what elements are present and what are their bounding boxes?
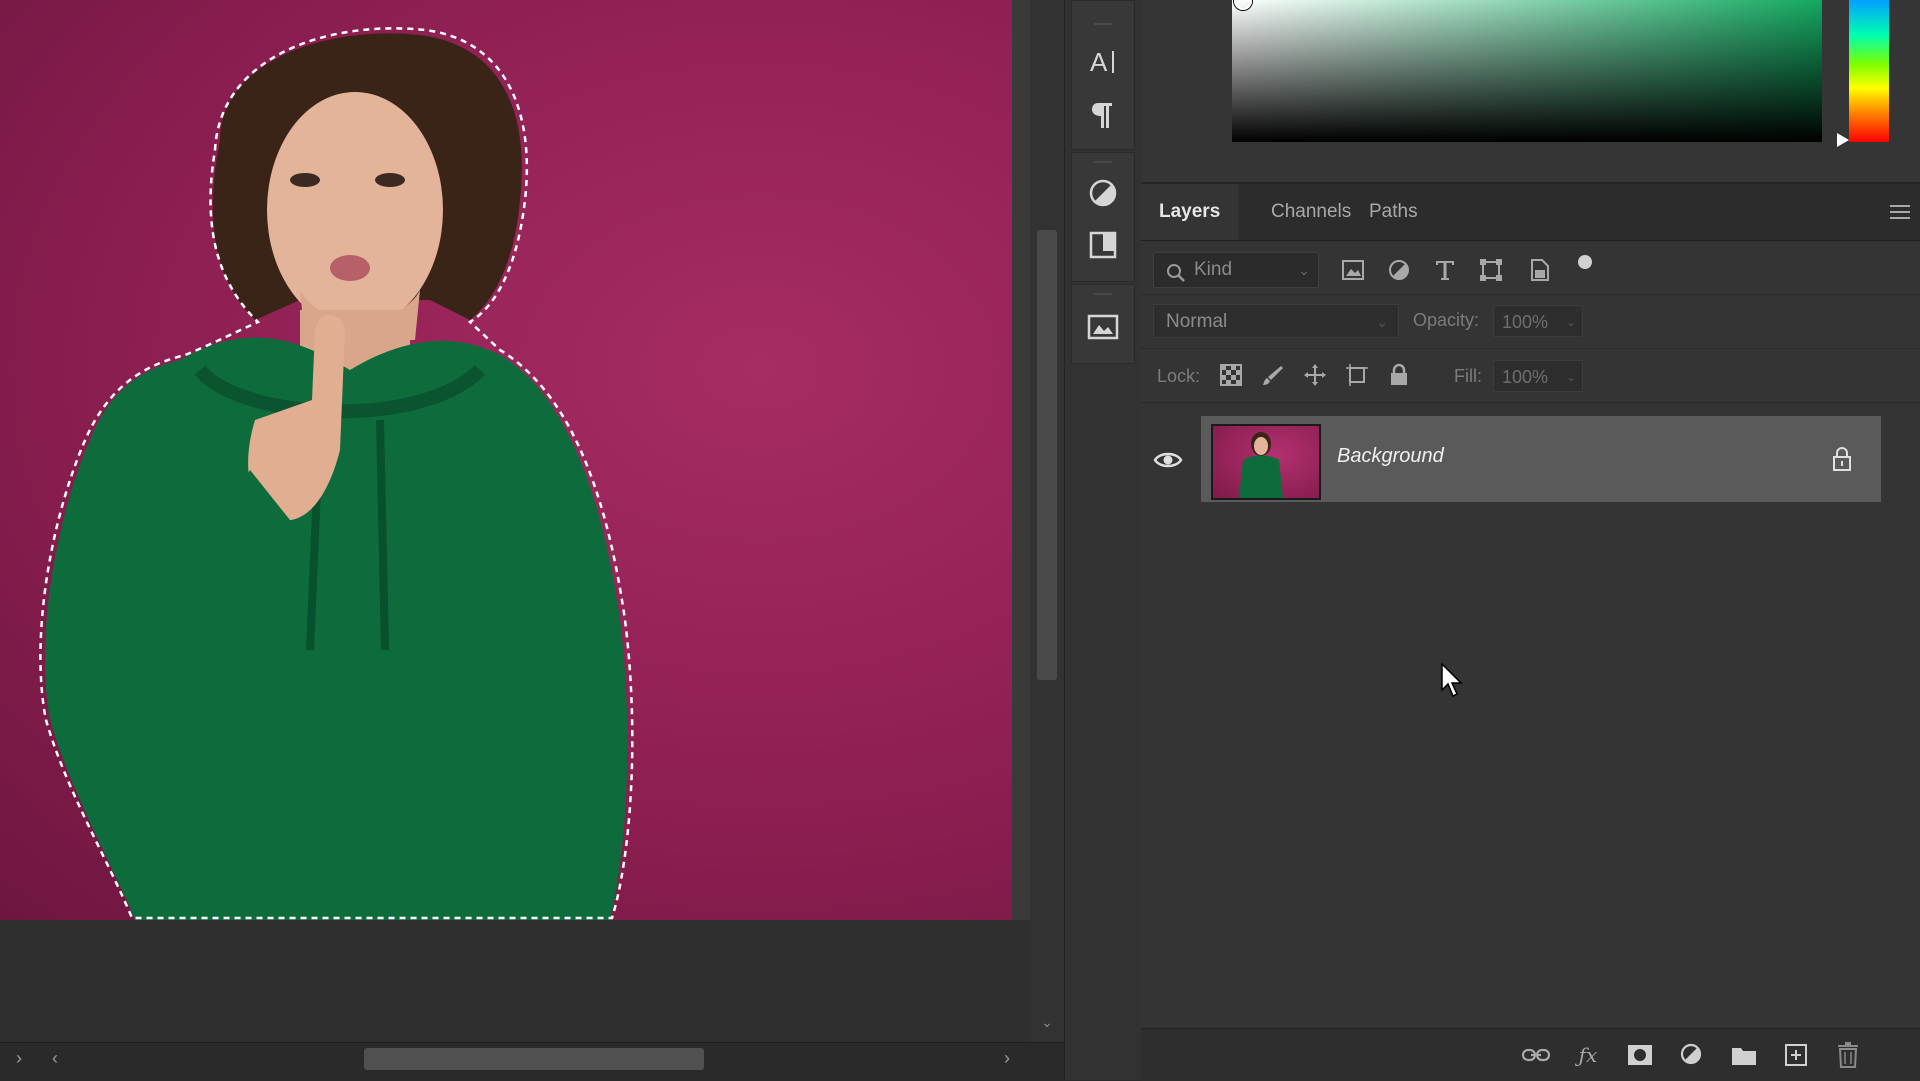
tab-layers[interactable]: Layers <box>1141 184 1239 240</box>
adjustment-filter-icon[interactable] <box>1385 256 1413 284</box>
hue-slider[interactable] <box>1849 0 1889 142</box>
fill-label: Fill: <box>1454 366 1482 386</box>
layer-name[interactable]: Background <box>1337 445 1444 468</box>
blend-mode-row: Normal ⌄ Opacity: 100% ⌄ <box>1141 294 1920 349</box>
chevron-down-icon: ⌄ <box>1376 314 1388 330</box>
properties-panel-icon[interactable] <box>1085 227 1121 263</box>
opacity-label: Opacity: <box>1413 310 1480 330</box>
horizontal-scroll-thumb[interactable] <box>364 1048 704 1070</box>
kind-filter-select[interactable]: Kind ⌄ <box>1153 252 1319 288</box>
layer-thumbnail-image <box>1239 432 1283 498</box>
color-picker-panel <box>1141 0 1920 184</box>
tool-group-libraries <box>1071 284 1135 364</box>
color-saturation-field[interactable] <box>1232 0 1822 142</box>
lock-transparent-pixels-icon[interactable] <box>1217 361 1245 389</box>
layers-panel: Layers Channels Paths Kind ⌄ Normal ⌄ Op… <box>1141 184 1920 1081</box>
vertical-scroll-thumb[interactable] <box>1037 230 1057 680</box>
adjustment-layer-icon[interactable] <box>1677 1041 1707 1069</box>
chevron-down-icon: ⌄ <box>1298 262 1310 278</box>
photo-subject <box>39 27 634 920</box>
document-image[interactable] <box>0 0 1012 920</box>
drag-grip[interactable] <box>1094 23 1112 25</box>
character-panel-icon[interactable]: A <box>1085 43 1121 79</box>
layer-filter-row: Kind ⌄ <box>1141 240 1920 295</box>
scroll-right-arrow-icon[interactable]: › <box>1004 1048 1010 1068</box>
shape-filter-icon[interactable] <box>1477 256 1505 284</box>
fill-input[interactable]: 100% ⌄ <box>1493 360 1583 392</box>
panel-icon-strip: A <box>1064 0 1142 1080</box>
scroll-left-arrow-icon[interactable]: ‹ <box>52 1048 58 1068</box>
scroll-down-arrow-icon[interactable]: ⌄ <box>1037 1012 1057 1032</box>
opacity-input[interactable]: 100% ⌄ <box>1493 305 1583 337</box>
image-filter-icon[interactable] <box>1339 256 1367 284</box>
lock-position-icon[interactable] <box>1301 361 1329 389</box>
expand-panel-icon[interactable]: › <box>16 1048 22 1068</box>
filter-toggle-icon[interactable] <box>1571 248 1599 276</box>
type-filter-icon[interactable] <box>1431 256 1459 284</box>
drag-grip[interactable] <box>1094 161 1112 163</box>
layer-lock-icon[interactable] <box>1831 446 1853 472</box>
paragraph-panel-icon[interactable] <box>1085 97 1121 133</box>
new-layer-icon[interactable] <box>1781 1041 1811 1069</box>
lock-row: Lock: Fill: 100% ⌄ <box>1141 348 1920 403</box>
lock-artboard-icon[interactable] <box>1343 361 1371 389</box>
layer-thumbnail[interactable] <box>1211 424 1321 500</box>
lock-all-icon[interactable] <box>1385 361 1413 389</box>
panel-tab-bar: Layers Channels Paths <box>1141 184 1920 241</box>
blend-mode-select[interactable]: Normal ⌄ <box>1153 304 1399 338</box>
tab-paths[interactable]: Paths <box>1351 184 1436 240</box>
visibility-eye-icon[interactable] <box>1153 448 1183 472</box>
lock-image-pixels-icon[interactable] <box>1259 361 1287 389</box>
libraries-panel-icon[interactable] <box>1085 309 1121 345</box>
chevron-down-icon: ⌄ <box>1565 315 1576 329</box>
tool-group-adjust <box>1071 152 1135 282</box>
blend-mode-value: Normal <box>1166 311 1228 332</box>
hue-slider-marker[interactable] <box>1837 133 1849 147</box>
tool-group-type: A <box>1071 0 1135 150</box>
new-group-icon[interactable] <box>1729 1041 1759 1069</box>
kind-filter-label: Kind <box>1194 259 1233 280</box>
adjustments-panel-icon[interactable] <box>1085 175 1121 211</box>
smart-object-filter-icon[interactable] <box>1525 256 1553 284</box>
chevron-down-icon: ⌄ <box>1565 370 1576 384</box>
layer-mask-icon[interactable] <box>1625 1041 1655 1069</box>
link-layers-icon[interactable] <box>1521 1041 1551 1069</box>
canvas-area[interactable] <box>0 0 1030 1080</box>
opacity-value: 100% <box>1502 312 1549 332</box>
layers-panel-footer: ƒx <box>1141 1028 1920 1081</box>
drag-grip[interactable] <box>1094 293 1112 295</box>
panel-menu-icon[interactable] <box>1890 204 1910 220</box>
search-icon <box>1166 261 1186 295</box>
lock-label: Lock: <box>1157 366 1201 386</box>
delete-layer-icon[interactable] <box>1833 1041 1863 1069</box>
right-panel-dock: Layers Channels Paths Kind ⌄ Normal ⌄ Op… <box>1141 0 1920 1081</box>
pasteboard <box>0 920 1030 1042</box>
layer-style-icon[interactable]: ƒx <box>1573 1041 1603 1069</box>
fill-value: 100% <box>1502 367 1549 387</box>
mouse-pointer-icon <box>1440 662 1464 698</box>
svg-text:A: A <box>1090 47 1108 76</box>
